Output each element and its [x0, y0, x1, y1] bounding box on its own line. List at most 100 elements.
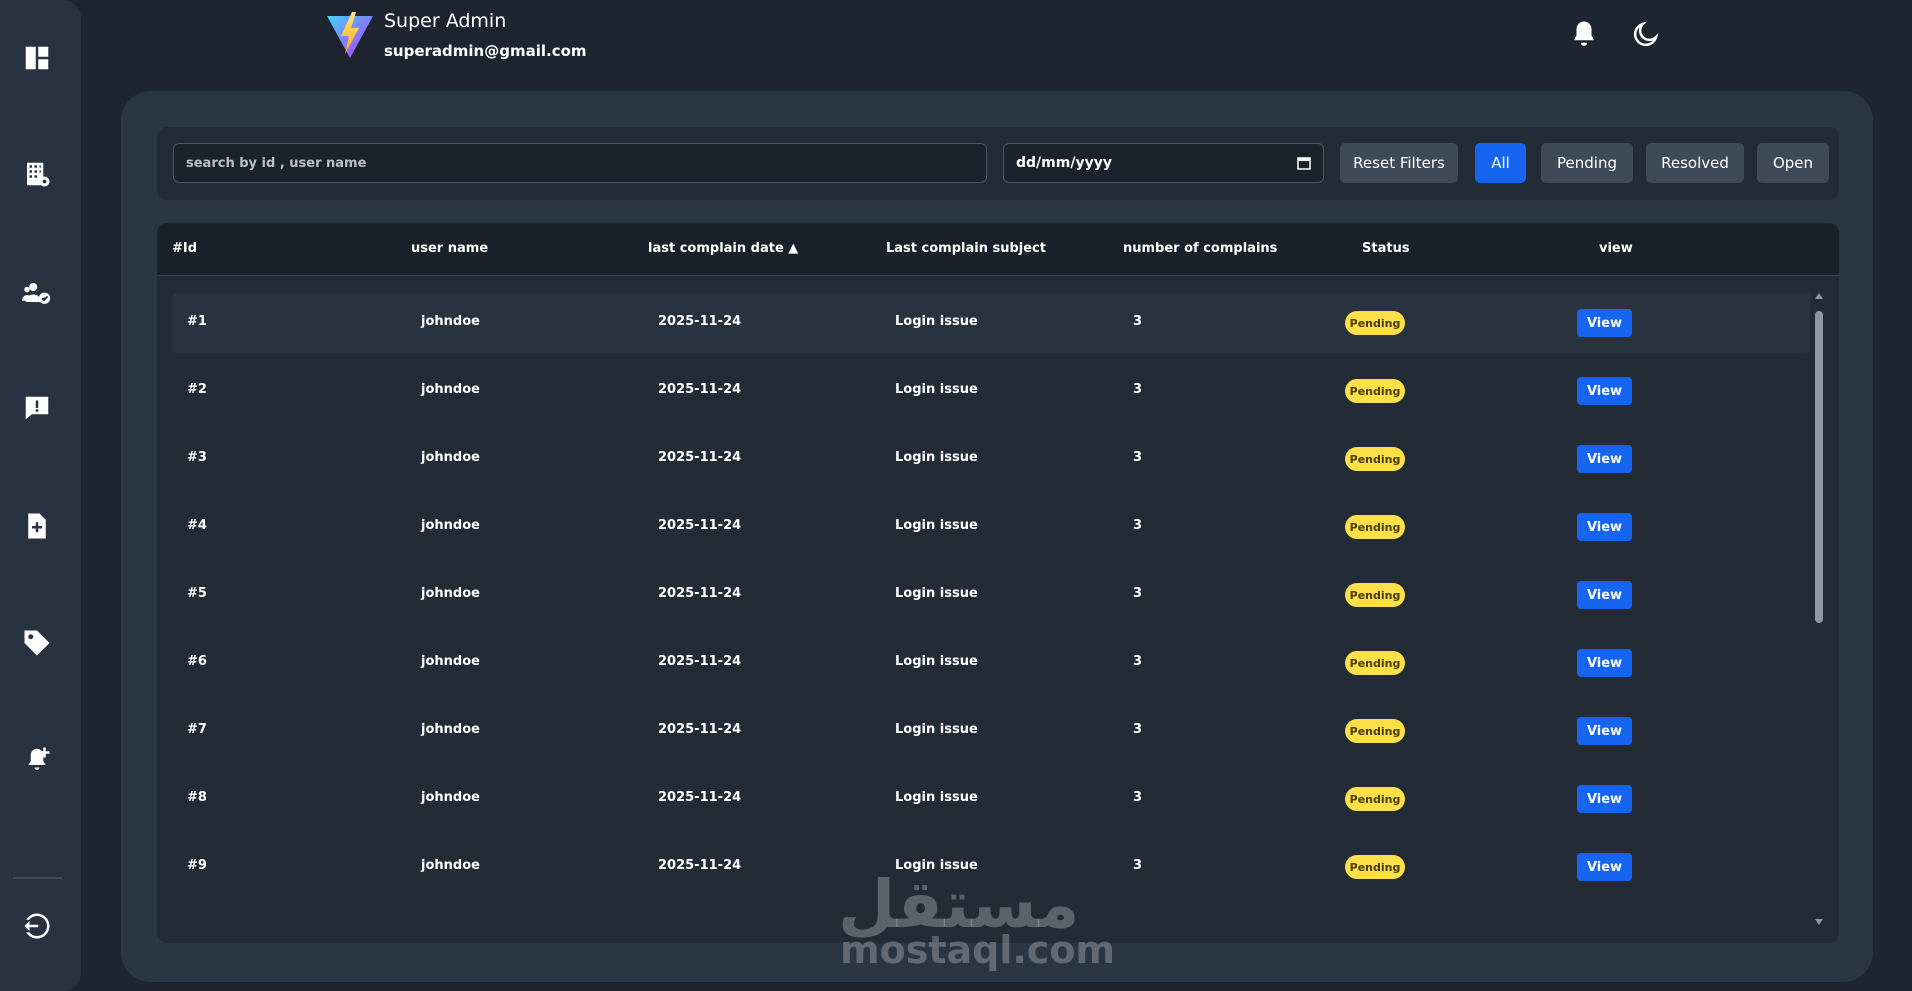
- table-row[interactable]: #8 johndoe 2025-11-24 Login issue 3 Pending Vi…: [172, 769, 1810, 829]
- cell-last-date: 2025-11-24: [658, 518, 742, 533]
- moon-icon[interactable]: [1628, 16, 1664, 52]
- cell-last-date: 2025-11-24: [658, 790, 742, 805]
- view-button[interactable]: View: [1577, 853, 1632, 881]
- cell-id: #4: [187, 518, 207, 533]
- table-row[interactable]: #3 johndoe 2025-11-24 Login issue 3 Pending Vi…: [172, 429, 1810, 489]
- complaints-table: #Id user name last complain date ▲ Last …: [157, 223, 1839, 943]
- cell-last-date: 2025-11-24: [658, 382, 742, 397]
- cell-subject: Login issue: [895, 654, 978, 669]
- view-button[interactable]: View: [1577, 717, 1632, 745]
- file-add-icon[interactable]: [20, 509, 54, 543]
- cell-username: johndoe: [421, 722, 480, 737]
- cell-username: johndoe: [421, 586, 480, 601]
- column-header-view[interactable]: view: [1599, 241, 1633, 256]
- cell-username: johndoe: [421, 518, 480, 533]
- tab-open[interactable]: Open: [1757, 143, 1829, 183]
- cell-last-date: 2025-11-24: [658, 654, 742, 669]
- view-button[interactable]: View: [1577, 445, 1632, 473]
- cell-count: 3: [1133, 586, 1143, 601]
- dashboard-icon[interactable]: [20, 41, 54, 75]
- table-row[interactable]: #5 johndoe 2025-11-24 Login issue 3 Pending Vi…: [172, 565, 1810, 625]
- reset-filters-button[interactable]: Reset Filters: [1340, 143, 1458, 183]
- status-badge: Pending: [1345, 515, 1405, 539]
- cell-id: #2: [187, 382, 207, 397]
- column-header-id[interactable]: #Id: [172, 241, 197, 256]
- sidebar-divider: [13, 877, 62, 879]
- scrollbar-thumb[interactable]: [1815, 311, 1823, 623]
- tab-pending[interactable]: Pending: [1541, 143, 1633, 183]
- cell-subject: Login issue: [895, 314, 978, 329]
- table-row[interactable]: #7 johndoe 2025-11-24 Login issue 3 Pending Vi…: [172, 701, 1810, 761]
- cell-subject: Login issue: [895, 518, 978, 533]
- cell-username: johndoe: [421, 450, 480, 465]
- cell-count: 3: [1133, 790, 1143, 805]
- cell-username: johndoe: [421, 654, 480, 669]
- cell-count: 3: [1133, 722, 1143, 737]
- table-header: #Id user name last complain date ▲ Last …: [157, 223, 1839, 276]
- tag-icon[interactable]: [20, 626, 54, 660]
- cell-last-date: 2025-11-24: [658, 858, 742, 873]
- search-input[interactable]: [173, 143, 987, 183]
- watermark-latin: mostaql.com: [840, 928, 1116, 972]
- notification-add-icon[interactable]: [20, 743, 54, 777]
- table-body: #1 johndoe 2025-11-24 Login issue 3 Pending Vi…: [172, 293, 1810, 929]
- cell-last-date: 2025-11-24: [658, 450, 742, 465]
- admin-email: superadmin@gmail.com: [384, 42, 587, 60]
- cell-id: #7: [187, 722, 207, 737]
- cell-count: 3: [1133, 450, 1143, 465]
- cell-last-date: 2025-11-24: [658, 314, 742, 329]
- cell-count: 3: [1133, 858, 1143, 873]
- cell-username: johndoe: [421, 790, 480, 805]
- cell-last-date: 2025-11-24: [658, 586, 742, 601]
- cell-id: #3: [187, 450, 207, 465]
- cell-id: #5: [187, 586, 207, 601]
- status-badge: Pending: [1345, 583, 1405, 607]
- cell-username: johndoe: [421, 858, 480, 873]
- table-row[interactable]: #1 johndoe 2025-11-24 Login issue 3 Pending Vi…: [172, 293, 1810, 353]
- column-header-count[interactable]: number of complains: [1123, 241, 1277, 256]
- scrollbar[interactable]: [1813, 293, 1825, 925]
- cell-subject: Login issue: [895, 790, 978, 805]
- tab-all[interactable]: All: [1475, 143, 1526, 183]
- view-button[interactable]: View: [1577, 377, 1632, 405]
- buildings-icon[interactable]: [20, 157, 54, 191]
- bell-icon[interactable]: [1566, 16, 1602, 52]
- cell-last-date: 2025-11-24: [658, 722, 742, 737]
- tab-resolved[interactable]: Resolved: [1646, 143, 1744, 183]
- table-row[interactable]: #4 johndoe 2025-11-24 Login issue 3 Pending Vi…: [172, 497, 1810, 557]
- cell-id: #6: [187, 654, 207, 669]
- cell-id: #9: [187, 858, 207, 873]
- logout-icon[interactable]: [20, 909, 54, 943]
- view-button[interactable]: View: [1577, 513, 1632, 541]
- column-header-username[interactable]: user name: [411, 241, 488, 256]
- cell-subject: Login issue: [895, 586, 978, 601]
- main-panel: dd/mm/yyyy Reset Filters All Pending Res…: [121, 91, 1873, 982]
- view-button[interactable]: View: [1577, 649, 1632, 677]
- filter-bar: dd/mm/yyyy Reset Filters All Pending Res…: [157, 127, 1839, 200]
- view-button[interactable]: View: [1577, 309, 1632, 337]
- view-button[interactable]: View: [1577, 785, 1632, 813]
- date-filter-input[interactable]: dd/mm/yyyy: [1003, 143, 1324, 183]
- calendar-icon[interactable]: [1297, 156, 1311, 170]
- cell-id: #1: [187, 314, 207, 329]
- status-badge: Pending: [1345, 379, 1405, 403]
- table-row[interactable]: #6 johndoe 2025-11-24 Login issue 3 Pending Vi…: [172, 633, 1810, 693]
- column-header-subject[interactable]: Last complain subject: [886, 241, 1046, 256]
- cell-count: 3: [1133, 314, 1143, 329]
- cell-subject: Login issue: [895, 382, 978, 397]
- app-logo-icon: [325, 10, 375, 60]
- view-button[interactable]: View: [1577, 581, 1632, 609]
- cell-subject: Login issue: [895, 450, 978, 465]
- status-badge: Pending: [1345, 719, 1405, 743]
- column-header-status[interactable]: Status: [1362, 241, 1410, 256]
- column-header-last-date[interactable]: last complain date ▲: [648, 241, 798, 256]
- scroll-down-icon[interactable]: [1815, 919, 1823, 925]
- complaints-icon[interactable]: [20, 391, 54, 425]
- cell-count: 3: [1133, 518, 1143, 533]
- date-placeholder: dd/mm/yyyy: [1016, 155, 1112, 171]
- users-icon[interactable]: [20, 275, 54, 309]
- scroll-up-icon[interactable]: [1815, 293, 1823, 299]
- table-row[interactable]: #2 johndoe 2025-11-24 Login issue 3 Pending Vi…: [172, 361, 1810, 421]
- status-badge: Pending: [1345, 311, 1405, 335]
- cell-subject: Login issue: [895, 722, 978, 737]
